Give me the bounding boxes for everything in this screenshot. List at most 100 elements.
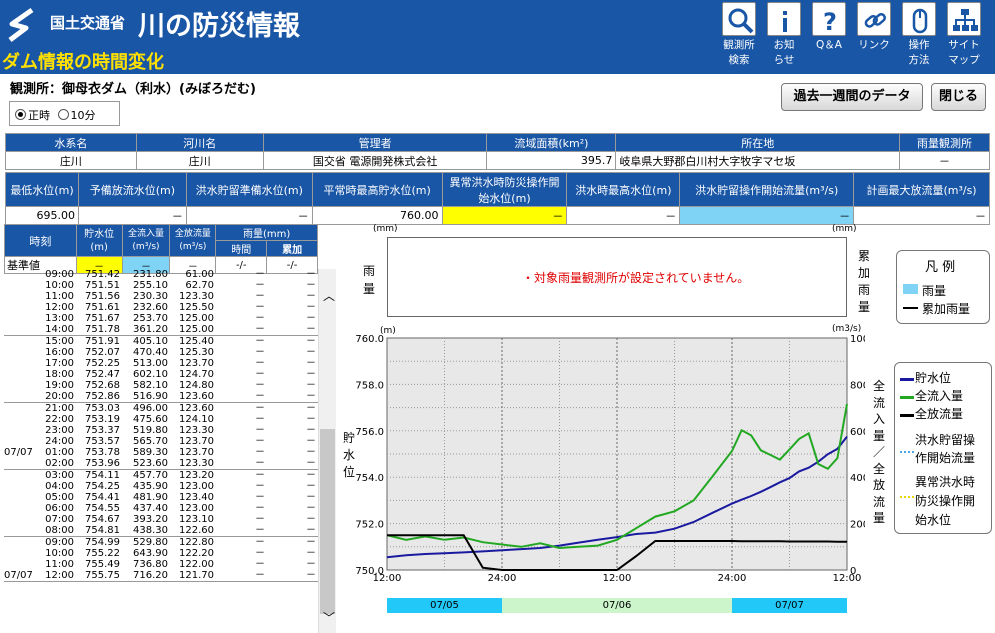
table-cell: －	[306, 347, 316, 358]
table-cell: 11:00	[45, 291, 74, 302]
legend-level-swatch	[900, 378, 914, 381]
table-row: 09:00 754.99 529.80 122.80 － －	[4, 537, 318, 548]
table-cell: 123.60	[179, 403, 214, 414]
radio-hourly[interactable]	[15, 109, 26, 120]
table-cell: 230.30	[133, 291, 168, 302]
cell: 760.00	[311, 206, 443, 225]
table-cell: 405.10	[133, 336, 168, 347]
radio-10min[interactable]	[57, 109, 69, 120]
table-cell: 122.80	[179, 537, 214, 548]
table-row: 19:00 752.68 582.10 124.80 － －	[4, 380, 318, 391]
nav-label: サイト	[948, 39, 980, 51]
table-cell: －	[255, 458, 265, 469]
table-cell: －	[306, 470, 316, 481]
x-tick-label: 12:00	[603, 573, 632, 584]
table-cell: 393.20	[133, 514, 168, 525]
interval-radio-group: 正時 10分	[9, 101, 120, 126]
close-button[interactable]: 閉じる	[931, 83, 986, 111]
table-cell: 751.51	[85, 280, 120, 291]
table-cell: 12:00	[45, 570, 74, 581]
header-cell: 異常洪水時防災操作開始水位(m)	[441, 172, 568, 207]
table-cell: 07:00	[45, 514, 74, 525]
app-header: 国土交通省 川の防災情報 ダム情報の時間変化 観測所 検索 お知 らせ? Q＆A リンク 操…	[0, 0, 995, 74]
table-cell: －	[306, 269, 316, 280]
table-cell: 753.37	[85, 425, 120, 436]
table-row: 07:00 754.67 393.20 123.10 － －	[4, 514, 318, 525]
table-cell	[4, 525, 36, 536]
cell: －	[185, 206, 313, 225]
table-row: 15:00 751.91 405.10 125.40 － －	[4, 336, 318, 347]
table-cell: －	[306, 313, 316, 324]
past-week-button[interactable]: 過去一週間のデータ	[781, 83, 923, 111]
table-cell: 12:00	[45, 302, 74, 313]
y-tick-label: 760.0	[355, 334, 384, 345]
table-cell: 17:00	[45, 358, 74, 369]
cell: －	[566, 206, 681, 225]
table-row: 05:00 754.41 481.90 123.40 － －	[4, 492, 318, 503]
table-cell: 516.90	[133, 391, 168, 402]
nav-sitemap[interactable]: サイト マップ	[937, 2, 991, 68]
table-cell: 753.03	[85, 403, 120, 414]
scroll-down-arrow[interactable]: ﹀	[323, 609, 335, 626]
hourly-data-list[interactable]: 09:00 751.42 231.80 61.00 －－ 10:00 751.51 255.1…	[4, 269, 318, 633]
table-scrollbar[interactable]: ︿ ﹀	[318, 269, 336, 633]
nav-label: リンク	[858, 39, 890, 51]
table-cell: 755.75	[85, 570, 120, 581]
table-row: 08:00 754.81 438.30 122.60 － －	[4, 525, 318, 536]
legend-rain-label: 雨量	[922, 284, 947, 298]
table-row: 11:00 755.49 736.80 122.00 － －	[4, 559, 318, 570]
table-cell: 232.60	[133, 302, 168, 313]
table-cell: －	[306, 436, 316, 447]
header-cell: 水系名	[5, 133, 137, 152]
col-inflow-unit: (m³/s)	[132, 241, 160, 252]
table-cell: －	[255, 369, 265, 380]
dam-spec-table: 最低水位(m) 予備放流水位(m) 洪水貯留準備水位(m) 平常時最高貯水位(m) 異常…	[5, 172, 990, 225]
table-cell: 125.40	[179, 336, 214, 347]
cell: 395.7	[486, 151, 617, 170]
table-cell: 125.00	[179, 324, 214, 335]
info-icon	[767, 2, 801, 36]
table-cell: －	[306, 403, 316, 414]
legend-inflow-label: 全流入量	[915, 389, 964, 403]
table-cell: －	[306, 391, 316, 402]
x-tick-label: 24:00	[488, 573, 517, 584]
legend-inflow-swatch	[900, 396, 914, 399]
table-row: 09:00 751.42 231.80 61.00 － －	[4, 269, 318, 280]
table-cell: －	[306, 336, 316, 347]
table-cell: 123.70	[179, 436, 214, 447]
table-cell: －	[255, 414, 265, 425]
table-cell: －	[255, 280, 265, 291]
radio-hourly-label: 正時	[28, 109, 50, 122]
table-cell: 10:00	[45, 280, 74, 291]
table-cell: －	[306, 291, 316, 302]
table-cell: 643.90	[133, 548, 168, 559]
table-cell: 07/07	[4, 570, 33, 581]
table-cell: 513.00	[133, 358, 168, 369]
legend-outflow-label: 全放流量	[915, 407, 964, 421]
mouse-icon	[902, 2, 936, 36]
dam-info-table: 水系名 河川名 管理者 流域面積(km²) 所在地 雨量観測所 庄川 庄川 国交省 電源開発株…	[5, 133, 990, 170]
table-cell: －	[306, 369, 316, 380]
table-cell: 435.90	[133, 481, 168, 492]
table-cell: 751.91	[85, 336, 120, 347]
table-row: 10:00 751.51 255.10 62.70 － －	[4, 280, 318, 291]
header-cell: 平常時最高貯水位(m)	[311, 172, 443, 207]
table-cell: 03:00	[45, 470, 74, 481]
app-title: 川の防災情報	[138, 11, 300, 42]
table-cell: 481.90	[133, 492, 168, 503]
col-level-unit: (m)	[90, 241, 108, 253]
table-row: 07/07 12:00 755.75 716.20 121.70 － －	[4, 570, 318, 581]
cell: －	[441, 206, 568, 225]
cell: 国交省 電源開発株式会社	[262, 151, 488, 170]
table-cell: －	[255, 403, 265, 414]
scroll-thumb[interactable]	[320, 429, 335, 614]
table-cell: 751.56	[85, 291, 120, 302]
table-cell: －	[306, 280, 316, 291]
table-cell: 753.96	[85, 458, 120, 469]
station-name: 観測所：御母衣ダム（利水）(みぼろだむ)	[10, 82, 256, 97]
col-outflow: 全放流量 (m³/s)	[169, 224, 217, 257]
scroll-up-arrow[interactable]: ︿	[323, 287, 335, 304]
search-icon	[722, 2, 756, 36]
table-cell: 523.60	[133, 458, 168, 469]
table-cell: 125.50	[179, 302, 214, 313]
